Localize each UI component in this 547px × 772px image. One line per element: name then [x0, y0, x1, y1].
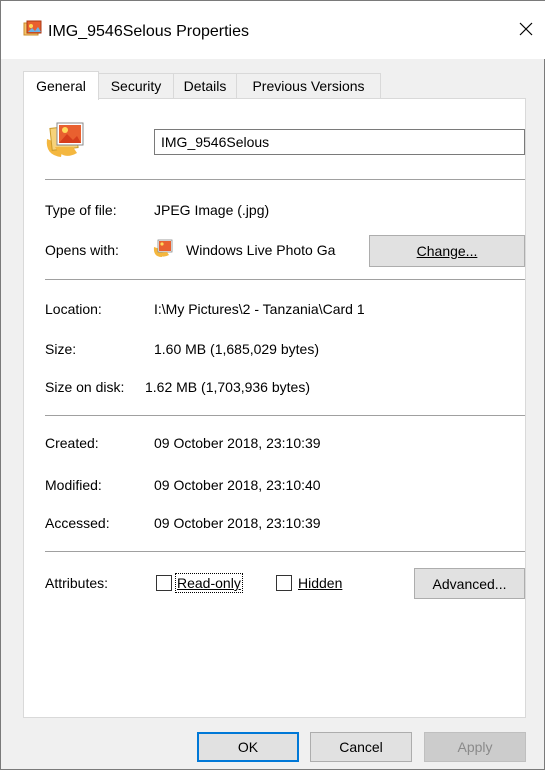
size-value: 1.60 MB (1,685,029 bytes): [154, 341, 319, 357]
type-of-file-value: JPEG Image (.jpg): [154, 202, 270, 218]
cancel-button[interactable]: Cancel: [310, 732, 412, 762]
close-button[interactable]: [510, 13, 542, 45]
advanced-button-label: Advanced...: [432, 575, 507, 592]
opens-with-label: Opens with:: [45, 242, 119, 258]
location-value: I:\My Pictures\2 - Tanzania\Card 1: [154, 301, 365, 317]
location-label: Location:: [45, 301, 102, 317]
size-on-disk-value: 1.62 MB (1,703,936 bytes): [145, 379, 310, 395]
cancel-button-label: Cancel: [339, 739, 383, 755]
image-file-icon: [23, 20, 42, 36]
title-bar: IMG_9546Selous Properties: [1, 1, 546, 59]
general-panel: Type of file: JPEG Image (.jpg) Opens wi…: [23, 98, 526, 718]
photo-gallery-icon: [153, 239, 173, 257]
read-only-label[interactable]: Read-only: [175, 573, 243, 593]
photo-file-icon: [46, 122, 84, 157]
ok-button[interactable]: OK: [197, 732, 299, 762]
tab-details[interactable]: Details: [173, 73, 237, 98]
opens-with-value: Windows Live Photo Ga: [186, 242, 336, 258]
hidden-label[interactable]: Hidden: [298, 575, 342, 591]
read-only-checkbox[interactable]: [156, 575, 172, 591]
tab-general[interactable]: General: [23, 71, 99, 100]
modified-label: Modified:: [45, 477, 102, 493]
attributes-label: Attributes:: [45, 575, 109, 591]
change-button-label: Change...: [416, 243, 478, 259]
created-value: 09 October 2018, 23:10:39: [154, 435, 321, 451]
separator: [45, 179, 525, 180]
separator: [45, 415, 525, 416]
type-of-file-label: Type of file:: [45, 202, 117, 218]
change-button[interactable]: Change...: [369, 235, 525, 267]
separator: [45, 551, 525, 552]
apply-button[interactable]: Apply: [424, 732, 526, 762]
accessed-value: 09 October 2018, 23:10:39: [154, 515, 321, 531]
filename-input[interactable]: [154, 129, 525, 155]
hidden-label-text: Hidden: [298, 575, 343, 591]
size-label: Size:: [45, 341, 77, 357]
close-icon: [519, 22, 533, 36]
hidden-checkbox[interactable]: [276, 575, 292, 591]
size-on-disk-label: Size on disk:: [45, 379, 125, 395]
accessed-label: Accessed:: [45, 515, 110, 531]
tab-security[interactable]: Security: [98, 73, 174, 98]
modified-value: 09 October 2018, 23:10:40: [154, 477, 321, 493]
created-label: Created:: [45, 435, 99, 451]
properties-dialog: IMG_9546Selous Properties General Securi…: [0, 0, 546, 770]
tab-previous-versions[interactable]: Previous Versions: [236, 73, 381, 98]
ok-button-label: OK: [237, 739, 259, 755]
apply-button-label: Apply: [457, 739, 493, 755]
window-title: IMG_9546Selous Properties: [48, 23, 249, 40]
separator: [45, 279, 525, 280]
advanced-button[interactable]: Advanced...: [414, 568, 525, 599]
